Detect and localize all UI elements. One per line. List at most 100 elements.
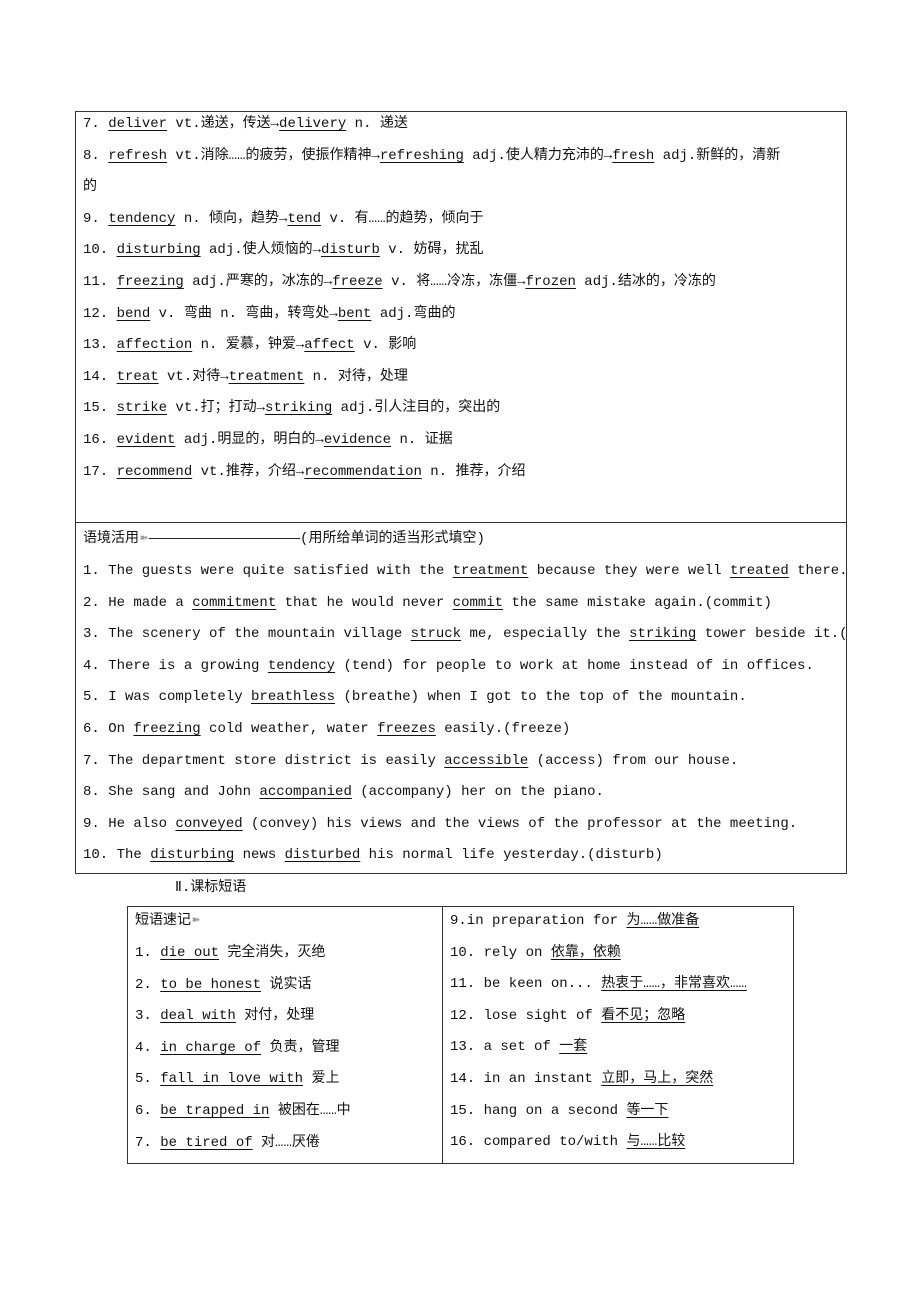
text-line: 9.in preparation for 为……做准备 — [450, 911, 699, 931]
answer-text: commit — [452, 594, 504, 611]
answer-text: die out — [160, 945, 220, 961]
text: 1. The guests were quite satisfied with … — [83, 563, 453, 579]
text: 7. — [135, 1134, 161, 1151]
text-line: 4. in charge of 负责，管理 — [135, 1038, 339, 1058]
answer-text: freezing — [116, 274, 184, 290]
text: 16. compared to/with — [450, 1134, 627, 1151]
text: 5. I was completely — [83, 689, 252, 706]
text-line: 9. He also conveyed (convey) his views a… — [83, 814, 797, 834]
answer-text: disturbing — [116, 242, 201, 259]
text-line: 4. There is a growing tendency (tend) fo… — [83, 656, 814, 676]
vocabulary-box: 7. deliver vt.递送，传送→delivery n. 递送 8. ref… — [75, 111, 847, 523]
text: 15. hang on a second — [450, 1102, 627, 1119]
text: 9. He also — [83, 815, 176, 832]
text: 12. lose sight of — [450, 1007, 602, 1024]
text: n. 爱慕，钟爱→ — [192, 337, 305, 354]
text: the same mistake again.(commit) — [503, 594, 772, 611]
text: 1. — [135, 945, 161, 961]
text-line: 11. be keen on... 热衷于……，非常喜欢…… — [450, 974, 747, 994]
text: 4. There is a growing — [83, 657, 268, 674]
answer-text: strike — [116, 400, 168, 417]
phrases-table: 短语速记➽ 1. die out 完全消失，灭绝 2. to be honest … — [127, 906, 794, 1164]
text: 16. — [83, 432, 117, 448]
phrases-left-column: 短语速记➽ 1. die out 完全消失，灭绝 2. to be honest … — [128, 907, 443, 1163]
answer-text: accessible — [444, 752, 529, 769]
text: 14. in an instant — [450, 1071, 602, 1087]
text: 3. The scenery of the mountain village — [83, 626, 411, 643]
text: 10. rely on — [450, 944, 551, 961]
answer-text: 看不见；忽略 — [601, 1007, 686, 1024]
text-line: 17. recommend vt.推荐，介绍→recommendation n.… — [83, 462, 525, 482]
text: 11. — [83, 274, 117, 290]
text-line: 11. freezing adj.严寒的，冰冻的→freeze v. 将……冷冻… — [83, 272, 716, 292]
text-line: 10. The disturbing news disturbed his no… — [83, 845, 663, 865]
answer-text: 热衷于……，非常喜欢…… — [601, 976, 747, 993]
text-line: 14. in an instant 立即，马上，突然 — [450, 1069, 713, 1089]
answer-text: affect — [304, 337, 355, 354]
text: adj.明显的，明白的→ — [175, 432, 324, 448]
text: 14. — [83, 368, 117, 385]
text-line: 13. affection n. 爱慕，钟爱→affect v. 影响 — [83, 335, 416, 355]
phrases-right-column: 9.in preparation for 为……做准备 10. rely on 依… — [443, 907, 793, 1163]
text-line: 9. tendency n. 倾向，趋势→tend v. 有……的趋势，倾向于 — [83, 209, 483, 229]
text: n. 对待，处理 — [304, 368, 408, 385]
text: 9. — [83, 210, 109, 227]
text: 被困在……中 — [269, 1103, 351, 1119]
text: news — [234, 847, 285, 864]
text: v. 将……冷冻，冻僵→ — [382, 274, 526, 290]
answer-text: deliver — [108, 116, 168, 132]
text-line: 15. strike vt.打；打动→striking adj.引人注目的，突出… — [83, 398, 500, 418]
text: v. 有……的趋势，倾向于 — [321, 210, 484, 227]
text: 说实话 — [261, 976, 312, 993]
text: (access) from our house. — [528, 752, 739, 769]
text-line: 10. disturbing adj.使人烦恼的→disturb v. 妨碍，扰… — [83, 240, 483, 260]
answer-text: freezing — [133, 721, 201, 737]
text: adj.引人注目的，突出的 — [332, 400, 501, 417]
answer-text: treatment — [228, 368, 305, 385]
answer-text: recommend — [116, 463, 193, 480]
text-line: 16. evident adj.明显的，明白的→evidence n. 证据 — [83, 430, 453, 450]
answer-text: treatment — [452, 563, 529, 579]
answer-text: frozen — [525, 274, 576, 290]
answer-text: bent — [337, 305, 372, 322]
answer-text: 一套 — [559, 1039, 588, 1056]
answer-text: fresh — [612, 147, 655, 164]
text: v. 妨碍，扰乱 — [379, 242, 484, 259]
context-instruction: ——————————————————(用所给单词的适当形式填空) — [148, 531, 485, 547]
answer-text: delivery — [279, 116, 347, 132]
text: 13. — [83, 337, 117, 354]
answer-text: tendency — [108, 210, 176, 227]
text: 11. be keen on... — [450, 976, 602, 993]
text: that he would never — [276, 594, 453, 611]
double-arrow-icon: ➽ — [140, 531, 148, 546]
answer-text: evidence — [323, 432, 392, 448]
text-line: 5. I was completely breathless (breathe)… — [83, 687, 747, 707]
text: adj.严寒的，冰冻的→ — [183, 274, 333, 290]
text: 7. The department store district is easi… — [83, 752, 445, 769]
answer-text: tend — [287, 210, 322, 227]
text-line: 2. He made a commitment that he would ne… — [83, 593, 772, 613]
text-line: 6. On freezing cold weather, water freez… — [83, 719, 570, 739]
text: adj.结冰的，冷冻的 — [575, 274, 716, 290]
answer-text: bend — [116, 305, 151, 322]
answer-text: be tired of — [160, 1134, 253, 1151]
text: 对……厌倦 — [252, 1134, 320, 1151]
text: 对付，处理 — [235, 1008, 315, 1025]
text: 8. She sang and John — [83, 784, 260, 801]
answer-text: struck — [410, 626, 462, 643]
context-title: 语境活用➽——————————————————(用所给单词的适当形式填空) — [83, 529, 485, 549]
context-title-text: 语境活用 — [83, 531, 139, 547]
text: 7. — [83, 116, 109, 132]
text-line: 10. rely on 依靠，依赖 — [450, 943, 621, 963]
answer-text: disturb — [321, 242, 380, 259]
text-line: 12. lose sight of 看不见；忽略 — [450, 1006, 685, 1026]
text: adj.新鲜的，清新 — [654, 147, 781, 164]
text: adj.使人烦恼的→ — [200, 242, 322, 259]
text: cold weather, water — [200, 721, 378, 737]
answer-text: breathless — [251, 689, 336, 706]
text: 2. He made a — [83, 594, 193, 611]
text: 2. — [135, 976, 161, 993]
text: vt.对待→ — [158, 368, 229, 385]
double-arrow-icon: ➽ — [192, 913, 200, 928]
text-line: 13. a set of 一套 — [450, 1037, 587, 1057]
